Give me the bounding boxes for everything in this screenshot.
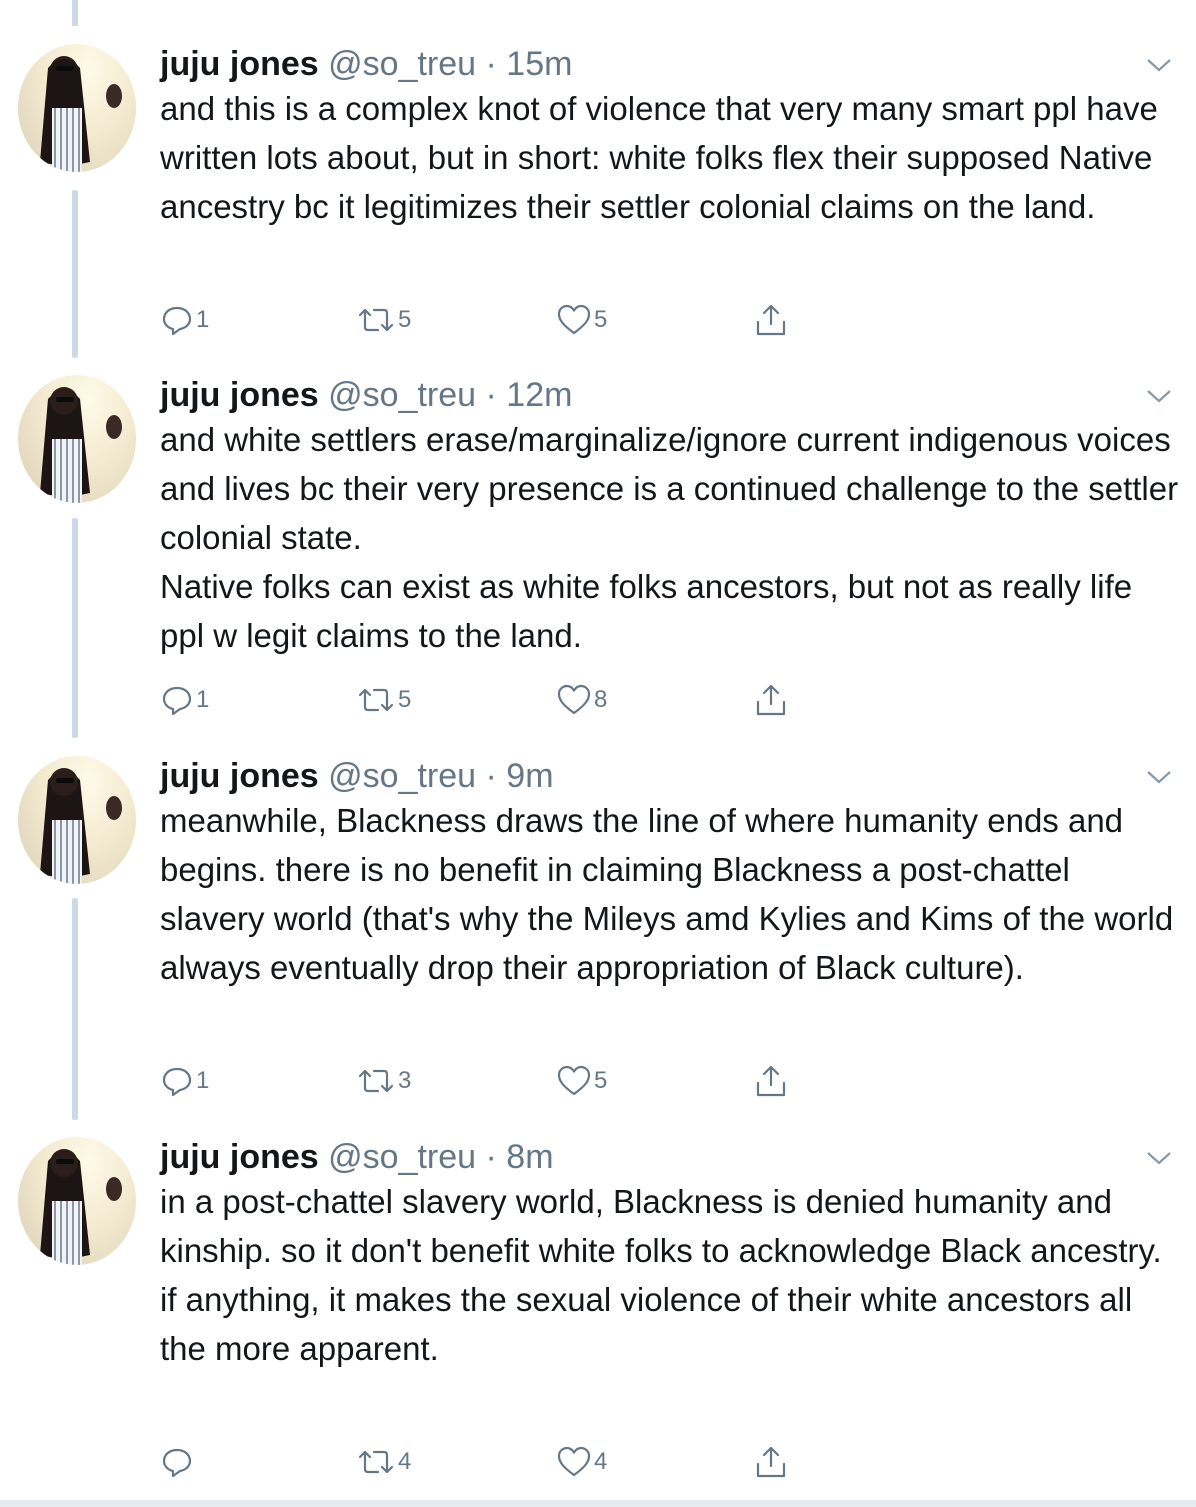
tweet-actions: 1 5 8	[160, 680, 800, 720]
retweet-icon	[358, 1450, 394, 1474]
reply-icon	[162, 1448, 192, 1478]
retweet-count: 4	[398, 1448, 412, 1475]
handle[interactable]: @so_treu	[328, 45, 476, 83]
retweet-icon	[358, 688, 394, 712]
avatar-image	[40, 56, 122, 172]
divider	[0, 1500, 1196, 1507]
avatar-image	[40, 768, 122, 884]
heart-icon	[557, 304, 591, 335]
retweet-button[interactable]: 3	[356, 1061, 411, 1101]
tweet-text: and white settlers erase/marginalize/ign…	[160, 421, 1179, 654]
tweet-header: juju jones @so_treu · 15m	[160, 44, 572, 84]
timestamp[interactable]: 9m	[506, 757, 553, 795]
avatar[interactable]	[18, 375, 136, 503]
tweet[interactable]: juju jones @so_treu · 9m meanwhile, Blac…	[0, 756, 1196, 1116]
like-button[interactable]: 5	[556, 300, 607, 340]
tweet-header: juju jones @so_treu · 9m	[160, 756, 554, 796]
retweet-count: 5	[398, 686, 412, 713]
handle[interactable]: @so_treu	[328, 757, 476, 795]
like-count: 5	[594, 1067, 608, 1094]
handle[interactable]: @so_treu	[328, 376, 476, 414]
retweet-count: 5	[398, 306, 412, 333]
avatar[interactable]	[18, 44, 136, 172]
retweet-button[interactable]: 5	[356, 680, 411, 720]
tweet[interactable]: juju jones @so_treu · 8m in a post-chatt…	[0, 1137, 1196, 1497]
reply-icon	[162, 686, 192, 716]
heart-icon	[557, 1446, 591, 1477]
chevron-down-icon[interactable]	[1144, 50, 1174, 80]
reply-count: 1	[196, 306, 210, 333]
handle[interactable]: @so_treu	[328, 1138, 476, 1176]
thread-line-top	[72, 0, 78, 26]
heart-icon	[557, 1065, 591, 1096]
display-name[interactable]: juju jones	[160, 45, 319, 83]
share-icon	[756, 684, 786, 716]
timestamp[interactable]: 8m	[506, 1138, 553, 1176]
heart-icon	[557, 684, 591, 715]
avatar[interactable]	[18, 1137, 136, 1265]
avatar-image	[40, 1149, 122, 1265]
reply-button[interactable]: 1	[160, 680, 209, 720]
retweet-icon	[358, 1069, 394, 1093]
display-name[interactable]: juju jones	[160, 376, 319, 414]
separator-dot: ·	[485, 757, 497, 795]
display-name[interactable]: juju jones	[160, 757, 319, 795]
tweet-actions: 1 3 5	[160, 1061, 800, 1101]
tweet-text: in a post-chattel slavery world, Blackne…	[160, 1183, 1162, 1367]
tweet-actions: 4 4	[160, 1442, 800, 1482]
tweet-text: and this is a complex knot of violence t…	[160, 90, 1158, 225]
like-count: 5	[594, 306, 608, 333]
share-button[interactable]	[754, 680, 788, 720]
like-button[interactable]: 4	[556, 1442, 607, 1482]
like-count: 8	[594, 686, 608, 713]
share-button[interactable]	[754, 1442, 788, 1482]
tweet-text: meanwhile, Blackness draws the line of w…	[160, 802, 1174, 986]
tweet[interactable]: juju jones @so_treu · 12m and white sett…	[0, 375, 1196, 735]
like-button[interactable]: 5	[556, 1061, 607, 1101]
reply-button[interactable]	[160, 1442, 196, 1482]
chevron-down-icon[interactable]	[1144, 762, 1174, 792]
share-button[interactable]	[754, 300, 788, 340]
avatar-image	[40, 387, 122, 503]
retweet-icon	[358, 308, 394, 332]
share-icon	[756, 304, 786, 336]
like-button[interactable]: 8	[556, 680, 607, 720]
separator-dot: ·	[485, 45, 497, 83]
tweet-header: juju jones @so_treu · 12m	[160, 375, 572, 415]
chevron-down-icon[interactable]	[1144, 381, 1174, 411]
retweet-button[interactable]: 5	[356, 300, 411, 340]
avatar[interactable]	[18, 756, 136, 884]
share-icon	[756, 1446, 786, 1478]
retweet-count: 3	[398, 1067, 412, 1094]
display-name[interactable]: juju jones	[160, 1138, 319, 1176]
reply-button[interactable]: 1	[160, 300, 209, 340]
retweet-button[interactable]: 4	[356, 1442, 411, 1482]
reply-count: 1	[196, 1067, 210, 1094]
timestamp[interactable]: 12m	[506, 376, 572, 414]
reply-count: 1	[196, 686, 210, 713]
separator-dot: ·	[485, 376, 497, 414]
reply-button[interactable]: 1	[160, 1061, 209, 1101]
like-count: 4	[594, 1448, 608, 1475]
tweet[interactable]: juju jones @so_treu · 15m and this is a …	[0, 44, 1196, 354]
chevron-down-icon[interactable]	[1144, 1143, 1174, 1173]
tweet-actions: 1 5 5	[160, 300, 800, 340]
reply-icon	[162, 1067, 192, 1097]
share-icon	[756, 1065, 786, 1097]
separator-dot: ·	[485, 1138, 497, 1176]
tweet-header: juju jones @so_treu · 8m	[160, 1137, 554, 1177]
timestamp[interactable]: 15m	[506, 45, 572, 83]
share-button[interactable]	[754, 1061, 788, 1101]
reply-icon	[162, 306, 192, 336]
